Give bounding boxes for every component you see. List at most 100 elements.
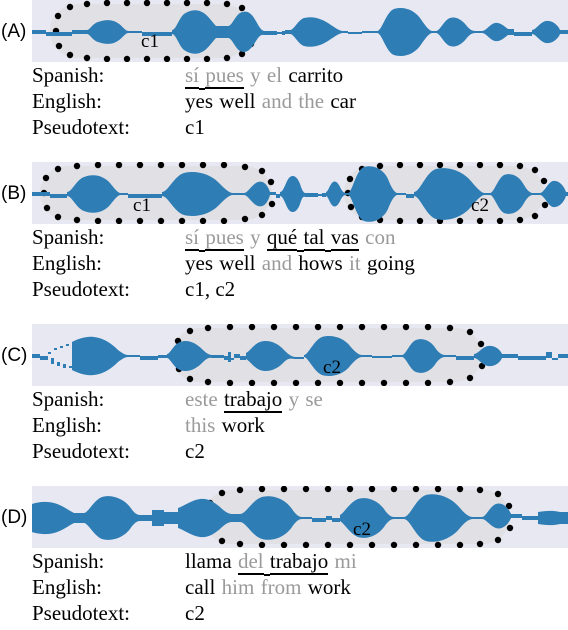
token-space [324, 224, 331, 252]
token: call [185, 575, 216, 599]
token: llama [185, 549, 232, 573]
waveform-svg-A: c1 [32, 0, 568, 62]
waveform-svg-B: c1 c2 [32, 162, 568, 224]
pseudotext-label-B: Pseudotext: [32, 277, 130, 301]
spanish-label-A: Spanish: [32, 63, 105, 87]
spanish-label-D: Spanish: [32, 549, 105, 573]
transcript-D: Spanish: llama del trabajo mi English: cal… [0, 548, 568, 626]
english-value-D: call him from work [185, 574, 351, 600]
token: trabajo [223, 387, 283, 413]
token: it [349, 251, 361, 275]
token: qué [266, 225, 298, 251]
block-spacer-C [0, 464, 568, 486]
waveform-svg-D: c2 [32, 486, 568, 548]
transcript-B: Spanish: sí pues y qué tal vas con Englis… [0, 224, 568, 302]
cluster-label-B-c2: c2 [471, 195, 489, 216]
token: mi [334, 549, 357, 573]
pseudotext-value-D: c2 [185, 601, 205, 625]
transcript-A: Spanish: sí pues y el carrito English: yes… [0, 62, 568, 140]
token: hows [298, 251, 343, 275]
english-line-B: English: yes well and hows it going [32, 250, 568, 276]
pseudotext-label-C: Pseudotext: [32, 439, 130, 463]
english-line-A: English: yes well and the car [32, 88, 568, 114]
waveform-panel-C: c2 [32, 324, 568, 386]
english-label-D: English: [32, 575, 103, 599]
english-value-A: yes well and the car [185, 88, 356, 114]
token: y [250, 63, 261, 87]
token: trabajo [269, 549, 329, 575]
row-label-B: (B) [1, 182, 27, 204]
cluster-label-B-c1: c1 [133, 195, 151, 216]
cluster-label-C-c2: c2 [323, 357, 341, 378]
token: se [305, 387, 323, 411]
english-label-A: English: [32, 89, 103, 113]
token: del [237, 549, 264, 575]
token: well [219, 251, 256, 275]
pseudotext-line-A: Pseudotext: c1 [32, 114, 568, 140]
spanish-value-D: llama del trabajo mi [185, 548, 357, 576]
spanish-value-B: sí pues y qué tal vas con [185, 224, 395, 252]
cluster-label-D-c2: c2 [353, 519, 371, 540]
spanish-label-B: Spanish: [32, 225, 105, 249]
block-spacer-B [0, 302, 568, 324]
waveform-row-C: (C) c2 [0, 324, 568, 386]
example-block-A: (A) c1 Spanish: sí pues y el carrito Eng… [0, 0, 568, 162]
row-label-C: (C) [1, 344, 28, 366]
token-space [263, 548, 270, 576]
token: sí [185, 225, 200, 251]
spanish-line-D: Spanish: llama del trabajo mi [32, 548, 568, 576]
token: from [260, 575, 302, 599]
token: work [221, 413, 265, 437]
pseudotext-line-C: Pseudotext: c2 [32, 438, 568, 464]
token: pues [205, 63, 244, 89]
transcript-C: Spanish: este trabajo y se English: this w… [0, 386, 568, 464]
token: el [266, 63, 283, 87]
token: yes [185, 251, 213, 275]
token: vas [330, 225, 359, 251]
waveform-transcript-figure: (A) c1 Spanish: sí pues y el carrito Eng… [0, 0, 568, 630]
waveform-panel-A: c1 [32, 0, 568, 62]
token: car [330, 89, 356, 113]
cluster-label-A-c1: c1 [141, 31, 159, 52]
english-label-C: English: [32, 413, 103, 437]
token: este [185, 387, 218, 411]
pseudotext-value-C: c2 [185, 439, 205, 463]
token: the [298, 89, 325, 113]
token: well [219, 89, 256, 113]
spanish-line-B: Spanish: sí pues y qué tal vas con [32, 224, 568, 252]
pseudotext-line-B: Pseudotext: c1, c2 [32, 276, 568, 302]
english-line-D: English: call him from work [32, 574, 568, 600]
token: him [221, 575, 255, 599]
spanish-value-A: sí pues y el carrito [185, 62, 343, 90]
token-space [297, 224, 304, 252]
row-label-D: (D) [1, 506, 28, 528]
token: this [185, 413, 216, 437]
waveform-row-A: (A) c1 [0, 0, 568, 62]
example-block-B: (B) c1 c2 Spanish: sí pues y qué tal vas… [0, 162, 568, 324]
spanish-line-C: Spanish: este trabajo y se [32, 386, 568, 413]
waveform-panel-B: c1 c2 [32, 162, 568, 224]
spanish-value-C: este trabajo y se [185, 386, 323, 413]
token: sí [185, 63, 200, 89]
english-line-C: English: this work [32, 412, 568, 438]
example-block-D: (D) c2 Spanish: llama del trabajo mi Eng… [0, 486, 568, 626]
block-spacer-A [0, 140, 568, 162]
token: pues [205, 225, 244, 251]
waveform-row-D: (D) c2 [0, 486, 568, 548]
english-value-C: this work [185, 412, 265, 438]
spanish-line-A: Spanish: sí pues y el carrito [32, 62, 568, 90]
token: y [288, 387, 300, 411]
token: and [261, 89, 293, 113]
spanish-label-C: Spanish: [32, 387, 105, 411]
token: carrito [288, 63, 344, 87]
pseudotext-value-A: c1 [185, 115, 205, 139]
token: going [366, 251, 415, 275]
token: and [261, 251, 293, 275]
english-value-B: yes well and hows it going [185, 250, 415, 276]
waveform-panel-D: c2 [32, 486, 568, 548]
example-block-C: (C) c2 Spanish: este trabajo y se Englis… [0, 324, 568, 486]
token: tal [303, 225, 325, 251]
